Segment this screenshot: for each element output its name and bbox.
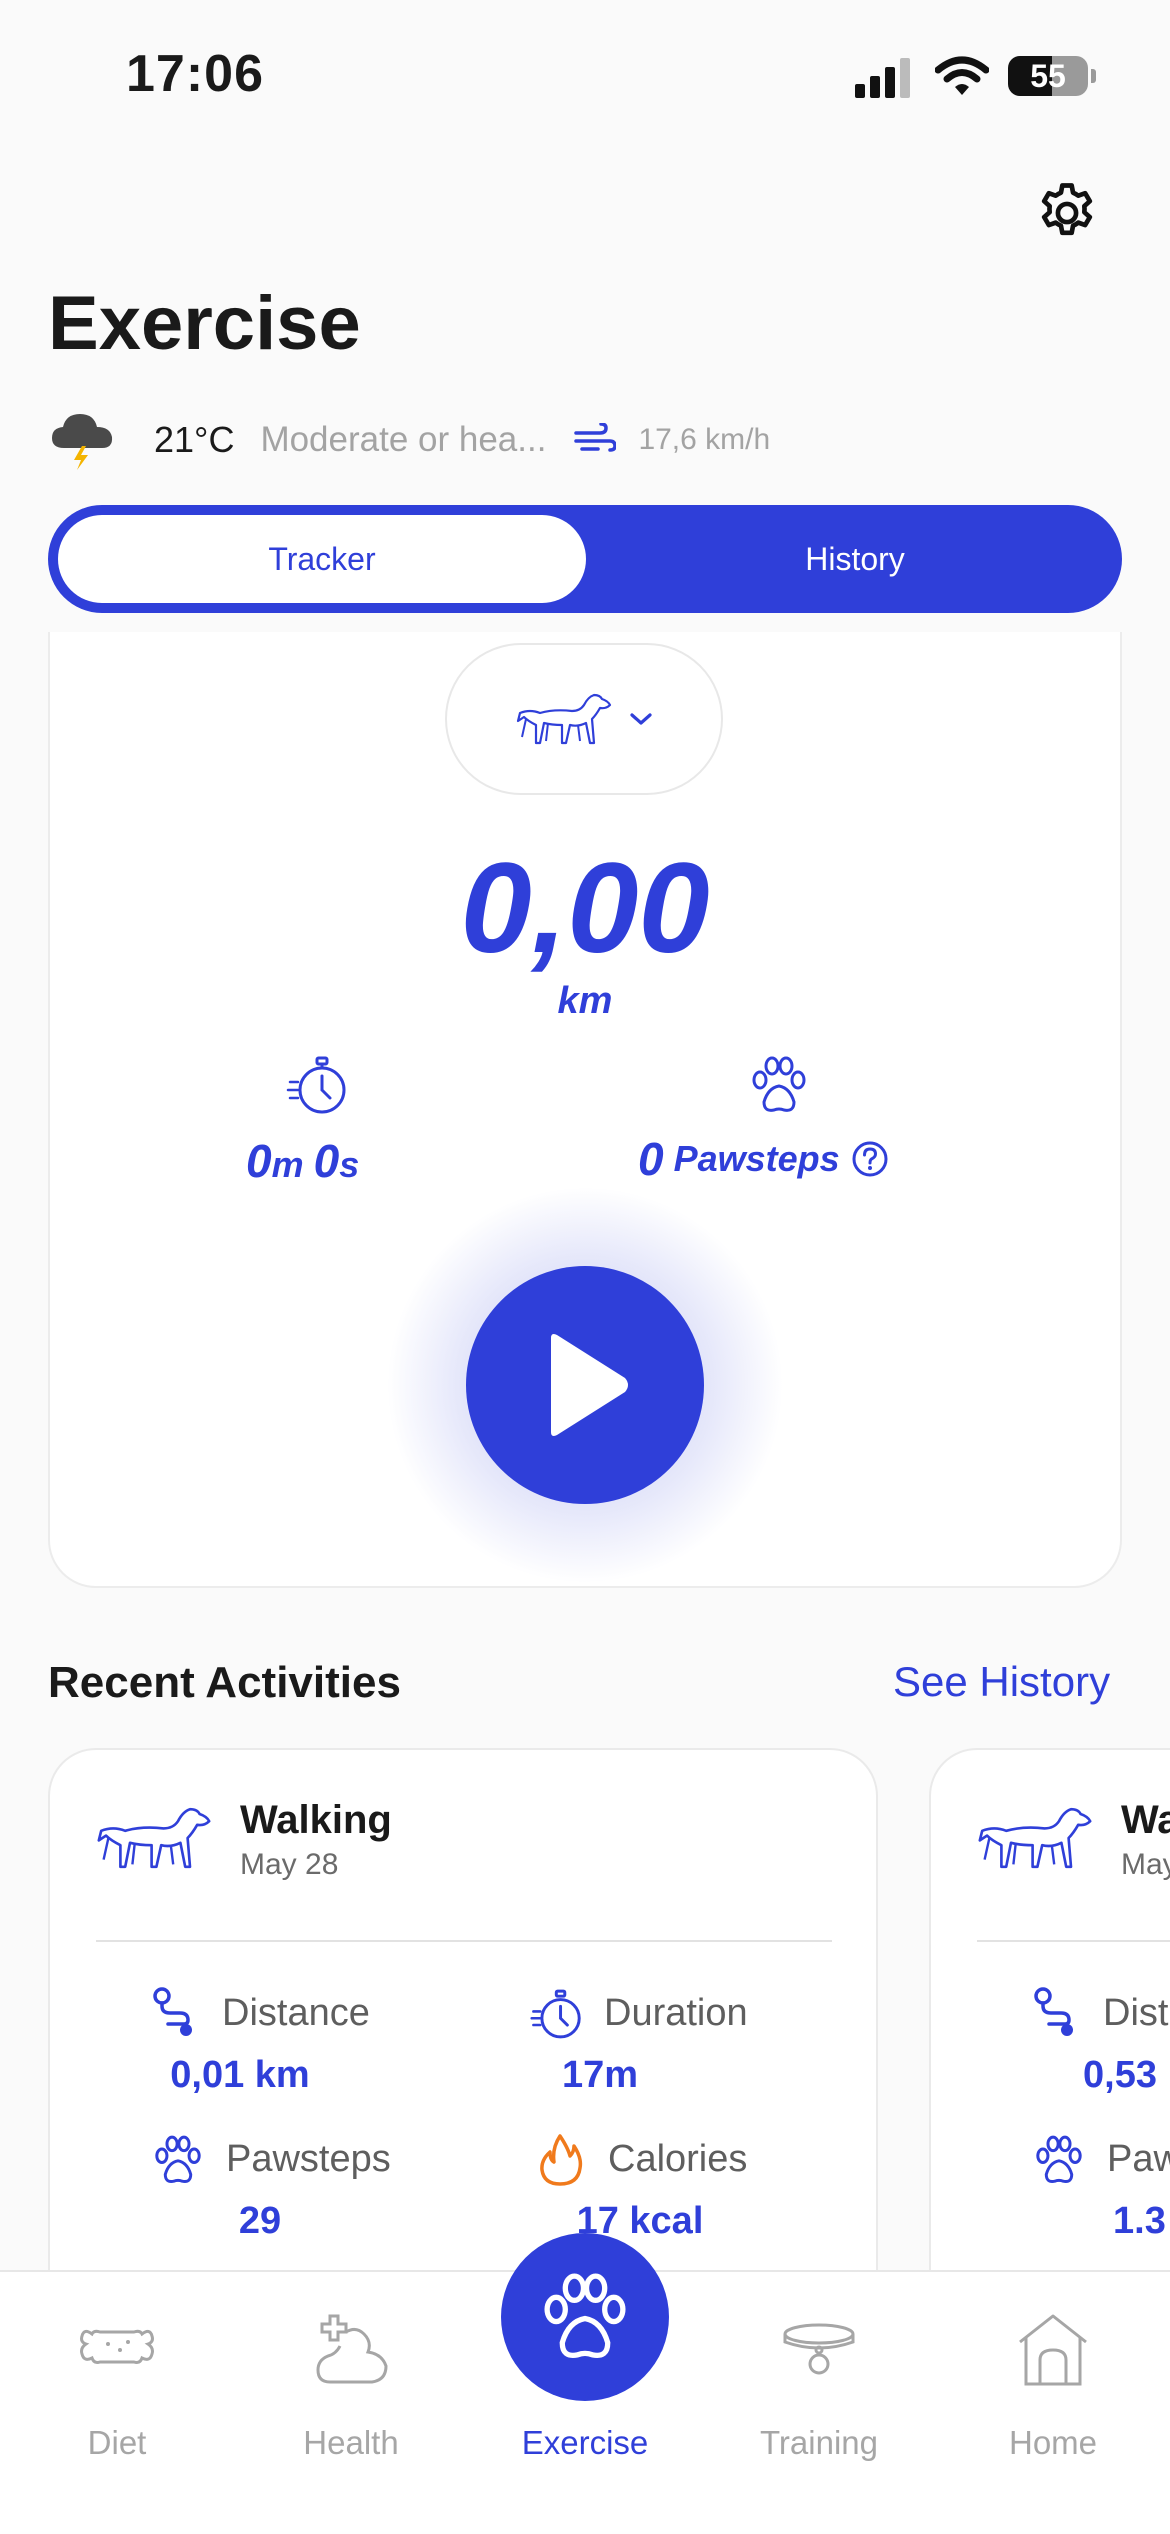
tab-exercise-button[interactable] bbox=[501, 2233, 669, 2401]
wind-speed: 17,6 km/h bbox=[638, 423, 771, 456]
battery-indicator: 55 bbox=[1008, 56, 1096, 96]
distance-value: 0,00 bbox=[460, 837, 710, 980]
divider bbox=[977, 1940, 1170, 1942]
collar-icon bbox=[783, 2323, 855, 2375]
tab-training[interactable]: Training bbox=[702, 2300, 936, 2500]
chevron-down-icon bbox=[630, 713, 652, 725]
page-title: Exercise bbox=[48, 281, 361, 366]
tab-label: Health bbox=[303, 2424, 399, 2461]
distance-value: 0,53 bbox=[1083, 2054, 1157, 2096]
paw-icon bbox=[544, 2273, 626, 2359]
stopwatch-icon bbox=[286, 1056, 346, 1114]
health-icon bbox=[316, 2314, 388, 2384]
tab-label: Home bbox=[1008, 2424, 1098, 2461]
doghouse-icon bbox=[1019, 2314, 1087, 2386]
storm-cloud-icon bbox=[52, 414, 113, 470]
status-time: 17:06 bbox=[126, 45, 264, 103]
dog-icon bbox=[516, 693, 612, 745]
route-icon bbox=[1034, 1987, 1073, 2036]
tab-label: Diet bbox=[87, 2424, 147, 2461]
duration-minutes-unit: m bbox=[271, 1144, 304, 1185]
activity-title: Wa bbox=[1121, 1798, 1170, 1842]
tab-diet[interactable]: Diet bbox=[0, 2300, 234, 2500]
tab-history[interactable]: History bbox=[600, 515, 1110, 603]
tab-tracker[interactable]: Tracker bbox=[58, 515, 586, 603]
tab-label: Training bbox=[760, 2424, 878, 2461]
bone-icon bbox=[80, 2329, 154, 2364]
pet-selector[interactable] bbox=[445, 643, 723, 795]
tab-home[interactable]: Home bbox=[936, 2300, 1170, 2500]
dog-icon bbox=[978, 1807, 1092, 1869]
pawsteps-label: Pawsteps bbox=[673, 1138, 840, 1179]
weather-condition: Moderate or hea... bbox=[260, 420, 547, 459]
start-button[interactable] bbox=[466, 1266, 704, 1504]
wind-icon bbox=[574, 423, 617, 452]
signal-icon bbox=[855, 58, 910, 98]
tab-health[interactable]: Health bbox=[234, 2300, 468, 2500]
recent-activities-title: Recent Activities bbox=[48, 1658, 401, 1707]
wifi-icon bbox=[935, 56, 989, 95]
activity-date: May bbox=[1121, 1848, 1170, 1881]
paw-icon bbox=[1036, 2135, 1082, 2183]
help-icon[interactable] bbox=[850, 1139, 890, 1179]
weather-row: 21°C Moderate or hea... 17,6 km/h bbox=[48, 400, 1128, 480]
distance-label: Dist bbox=[1103, 1992, 1169, 2034]
duration-display: 0 m 0 s bbox=[246, 1134, 396, 1188]
pawsteps-label: Paw bbox=[1107, 2138, 1170, 2180]
pawsteps-value: 0 bbox=[638, 1133, 664, 1185]
paw-icon bbox=[752, 1056, 806, 1112]
play-icon bbox=[551, 1334, 628, 1436]
tab-exercise-label[interactable]: Exercise bbox=[468, 2424, 702, 2462]
duration-seconds-unit: s bbox=[339, 1144, 360, 1185]
temperature: 21°C bbox=[154, 419, 235, 460]
duration-seconds: 0 bbox=[313, 1135, 340, 1187]
pawsteps-value: 1.3 bbox=[1113, 2200, 1166, 2242]
see-history-link[interactable]: See History bbox=[893, 1658, 1110, 1706]
distance-unit: km bbox=[557, 980, 613, 1022]
pawsteps-display: 0 Pawsteps bbox=[638, 1132, 890, 1186]
duration-minutes: 0 bbox=[246, 1135, 272, 1187]
gear-icon[interactable] bbox=[1034, 180, 1100, 246]
